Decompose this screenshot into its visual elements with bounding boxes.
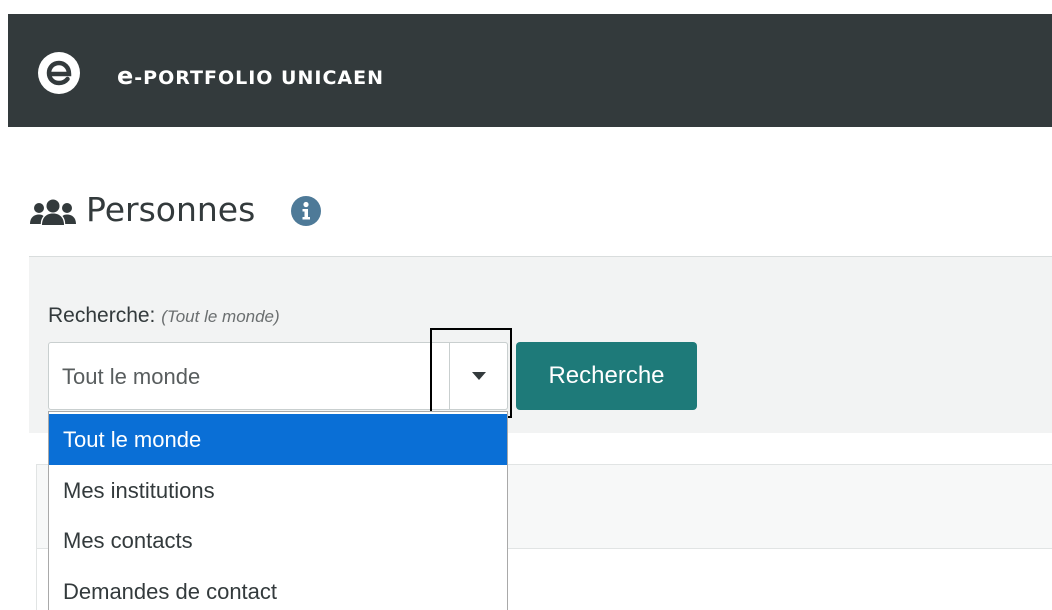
dropdown-option-tout-le-monde[interactable]: Tout le monde bbox=[49, 414, 507, 465]
dropdown-option-demandes-de-contact[interactable]: Demandes de contact bbox=[49, 566, 507, 610]
brand-text: -PORTFOLIO UNICAEN bbox=[134, 67, 384, 89]
page-frame: e-PORTFOLIO UNICAEN Personnes Recherche: bbox=[0, 0, 1052, 610]
site-header: e-PORTFOLIO UNICAEN bbox=[8, 14, 1052, 127]
dropdown-option-mes-institutions[interactable]: Mes institutions bbox=[49, 465, 507, 516]
caret-down-icon bbox=[472, 372, 486, 380]
brand-name[interactable]: e-PORTFOLIO UNICAEN bbox=[117, 62, 384, 90]
info-icon[interactable] bbox=[291, 196, 321, 226]
search-label: Recherche: (Tout le monde) bbox=[48, 304, 280, 328]
eportfolio-logo-icon[interactable] bbox=[38, 52, 80, 94]
search-button[interactable]: Recherche bbox=[516, 342, 697, 410]
people-group-icon bbox=[30, 198, 76, 233]
page-title: Personnes bbox=[86, 190, 256, 229]
filter-dropdown-list: Tout le monde Mes institutions Mes conta… bbox=[48, 411, 508, 610]
search-label-text: Recherche: bbox=[48, 304, 156, 327]
filter-select-toggle[interactable] bbox=[449, 342, 508, 410]
filter-select[interactable]: Tout le monde bbox=[48, 342, 508, 410]
brand-prefix: e bbox=[117, 62, 135, 90]
dropdown-option-mes-contacts[interactable]: Mes contacts bbox=[49, 515, 507, 566]
current-filter-text: (Tout le monde) bbox=[161, 307, 280, 326]
filter-select-value: Tout le monde bbox=[62, 364, 201, 389]
